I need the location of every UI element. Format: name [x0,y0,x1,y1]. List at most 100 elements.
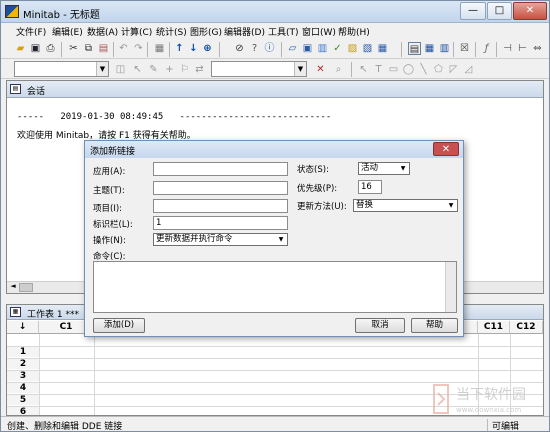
marker-icon[interactable]: ◸ [447,63,460,76]
worksheet-icon[interactable]: ▦ [153,42,166,55]
delete-icon[interactable]: ☒ [458,42,471,55]
session-title: 会话 [27,87,46,97]
topic-field[interactable] [153,181,288,195]
add-button[interactable]: 添加(D) [93,318,145,333]
menu-editor[interactable]: 编辑器(D) [224,25,265,38]
column-header-c12[interactable]: C12 [510,321,543,334]
action-select[interactable]: 更新数据并执行命令 ▼ [153,233,288,246]
tag-label: 标识栏(L): [93,220,133,230]
menu-edit[interactable]: 编辑(E) [52,25,83,38]
crosshair-icon[interactable]: + [163,63,176,76]
corner-cell[interactable]: ↓ [7,321,39,334]
command-textarea[interactable] [93,261,457,313]
up-arrow-icon[interactable]: ↑ [173,42,186,55]
swap-icon[interactable]: ⇄ [193,63,206,76]
layout-icon[interactable]: ▧ [361,42,374,55]
rectangle-icon[interactable]: ▭ [387,63,400,76]
priority-field[interactable]: 16 [358,180,382,194]
update-method-select[interactable]: 替换 ▼ [353,199,458,212]
session-title-bar: ▤ 会话 [7,81,543,98]
fx-icon[interactable]: ƒ [480,42,493,55]
graph-folder-icon[interactable]: ▣ [301,42,314,55]
zoom-icon[interactable]: ⌕ [332,63,345,76]
row-number[interactable]: 1 [7,347,39,357]
row-number[interactable]: 3 [7,371,39,381]
down-arrow-icon[interactable]: ↓ [187,42,200,55]
project-icon[interactable]: ▨ [346,42,359,55]
dialog-title-bar: 添加新链接 ✕ [85,141,463,158]
spread-icon[interactable]: ⇔ [531,42,544,55]
select-icon[interactable]: ↖ [357,63,370,76]
cancel-button[interactable]: 取消 [355,318,405,333]
row-number[interactable]: 6 [7,407,39,415]
undo-icon[interactable]: ↶ [117,42,130,55]
column-header-c11[interactable]: C11 [478,321,510,334]
menu-graph[interactable]: 图形(G) [190,25,222,38]
combo-right[interactable]: ▼ [211,61,307,77]
session-timestamp-line: ----- 2019-01-30 08:49:45 --------------… [17,112,332,122]
chart-icon[interactable]: ▤ [408,42,421,55]
minimize-button[interactable]: — [460,2,486,20]
table-icon[interactable]: ▥ [438,42,451,55]
copy-icon[interactable]: ⧉ [82,42,95,55]
status-label: 状态(S): [297,165,329,175]
menu-help[interactable]: 帮助(H) [338,25,370,38]
session-icon[interactable]: ▱ [286,42,299,55]
flag-icon[interactable]: ⚐ [178,63,191,76]
info-icon[interactable]: ⓘ [263,42,276,55]
pen-icon[interactable]: ✎ [147,63,160,76]
graph-icon[interactable]: ▥ [316,42,329,55]
tag-field[interactable]: 1 [153,216,288,230]
maximize-button[interactable]: □ [487,2,512,20]
chevron-down-icon: ▼ [448,202,454,209]
pointer-icon[interactable]: ↖ [131,63,144,76]
status-select[interactable]: 活动 ▼ [358,162,410,175]
ellipse-icon[interactable]: ◯ [402,63,415,76]
line-icon[interactable]: ╲ [417,63,430,76]
redo-icon[interactable]: ↷ [132,42,145,55]
add-link-dialog: 添加新链接 ✕ 应用(A): 主题(T): 项目(I): 标识栏(L): 1 操… [84,140,464,337]
scroll-left-icon[interactable]: ◄ [8,282,18,293]
row-number[interactable]: 5 [7,395,39,405]
update-method-label: 更新方法(U): [297,202,347,212]
row-number[interactable]: 4 [7,383,39,393]
menu-file[interactable]: 文件(F) [16,25,46,38]
worksheet-window-icon: ▦ [10,307,21,317]
dialog-close-button[interactable]: ✕ [433,142,459,156]
cut-icon[interactable]: ✂ [67,42,80,55]
menu-calc[interactable]: 计算(C) [121,25,152,38]
paste-icon[interactable]: ▤ [97,42,110,55]
help-icon[interactable]: ? [248,42,261,55]
dialog-title: 添加新链接 [90,147,136,157]
report-icon[interactable]: ✓ [331,42,344,55]
command-scrollbar[interactable] [445,262,456,312]
x-icon[interactable]: ✕ [314,63,327,76]
binoculars-icon[interactable]: ⊕ [201,42,214,55]
combo-left[interactable]: ▼ [14,61,109,77]
watermark-logo: 当下软件园 www.downxia.com [433,384,526,414]
polygon-icon[interactable]: ⬠ [432,63,445,76]
print-icon[interactable]: ⎙ [44,42,57,55]
item-field[interactable] [153,199,288,213]
scroll-thumb[interactable] [19,283,33,292]
menu-window[interactable]: 窗口(W) [302,25,336,38]
distribute-icon[interactable]: ⊢ [516,42,529,55]
open-icon[interactable]: ▰ [14,42,27,55]
formula-icon[interactable]: ▦ [423,42,436,55]
item-label: 项目(I): [93,204,123,214]
cancel-icon[interactable]: ⊘ [233,42,246,55]
region-icon[interactable]: ◿ [462,63,475,76]
menu-stat[interactable]: 统计(S) [156,25,187,38]
text-icon[interactable]: T [372,63,385,76]
data-icon[interactable]: ▦ [376,42,389,55]
brush-icon[interactable]: ◫ [114,63,127,76]
align-icon[interactable]: ⊣ [501,42,514,55]
standard-toolbar: ▰ ▣ ⎙ ✂ ⧉ ▤ ↶ ↷ ▦ ↑ ↓ ⊕ ⊘ ? ⓘ ▱ ▣ ▥ ✓ ▨ … [1,39,549,59]
menu-tools[interactable]: 工具(T) [268,25,299,38]
menu-data[interactable]: 数据(A) [87,25,118,38]
app-field[interactable] [153,162,288,176]
close-button[interactable]: ✕ [513,2,547,20]
save-icon[interactable]: ▣ [29,42,42,55]
row-number[interactable]: 2 [7,359,39,369]
help-button[interactable]: 帮助 [411,318,458,333]
